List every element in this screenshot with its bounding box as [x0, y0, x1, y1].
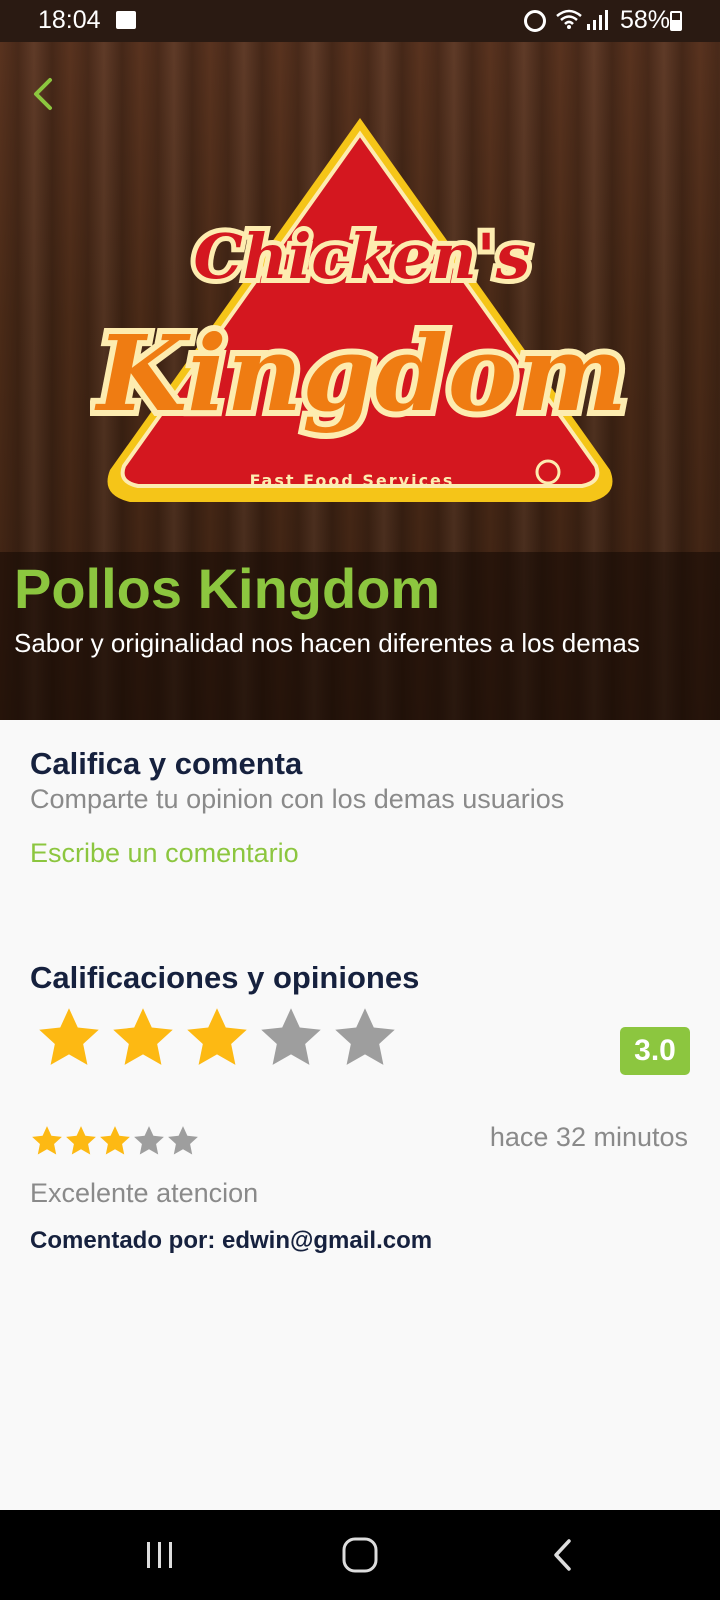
svg-text:Fast Food Services: Fast Food Services — [250, 471, 455, 490]
wifi-icon — [556, 9, 582, 29]
star-filled-icon — [32, 1126, 62, 1155]
restaurant-logo: Chicken's Kingdom Fast Food Services — [90, 118, 630, 502]
svg-text:Chicken's: Chicken's — [193, 220, 530, 293]
star-empty-icon — [134, 1126, 164, 1155]
system-nav-bar — [0, 1510, 720, 1600]
review-time: hace 32 minutos — [489, 1122, 688, 1152]
svg-text:Kingdom: Kingdom — [94, 312, 627, 435]
recent-apps-icon — [147, 1542, 172, 1568]
star-filled-icon — [113, 1008, 173, 1065]
star-filled-icon — [66, 1126, 96, 1155]
write-comment-link[interactable]: Escribe un comentario — [30, 838, 299, 869]
review-author: Comentado por: edwin@gmail.com — [30, 1227, 433, 1254]
signal-icon — [587, 10, 608, 30]
store-tagline: Sabor y originalidad nos hacen diferente… — [14, 628, 640, 658]
home-button[interactable] — [300, 1510, 420, 1600]
rate-section-subtitle: Comparte tu opinion con los demas usuari… — [30, 784, 565, 814]
rate-section-title: Califica y comenta — [30, 746, 303, 781]
star-filled-icon — [187, 1008, 247, 1065]
home-icon — [342, 1537, 378, 1573]
recent-apps-button[interactable] — [100, 1510, 220, 1600]
ratings-section-title: Calificaciones y opiniones — [30, 960, 420, 995]
star-empty-icon — [168, 1126, 198, 1155]
image-icon — [116, 11, 136, 29]
back-button[interactable] — [503, 1510, 623, 1600]
hero-banner: Chicken's Kingdom Fast Food Services Pol… — [0, 0, 720, 720]
battery-percent: 58% — [619, 6, 670, 34]
status-time: 18:04 — [38, 6, 101, 34]
review-text: Excelente atencion — [30, 1178, 259, 1208]
star-filled-icon — [100, 1126, 130, 1155]
rating-badge: 3.0 — [620, 1027, 690, 1075]
store-name: Pollos Kingdom — [14, 557, 441, 620]
back-icon — [554, 1539, 571, 1571]
average-rating-stars — [32, 1004, 402, 1072]
star-empty-icon — [335, 1008, 395, 1065]
review-rating-stars — [30, 1124, 200, 1158]
alarm-icon — [524, 10, 546, 32]
battery-icon — [670, 11, 682, 31]
star-empty-icon — [261, 1008, 321, 1065]
back-arrow-icon[interactable] — [20, 70, 68, 118]
status-bar: 18:04 58% — [0, 0, 720, 42]
star-filled-icon — [39, 1008, 99, 1065]
